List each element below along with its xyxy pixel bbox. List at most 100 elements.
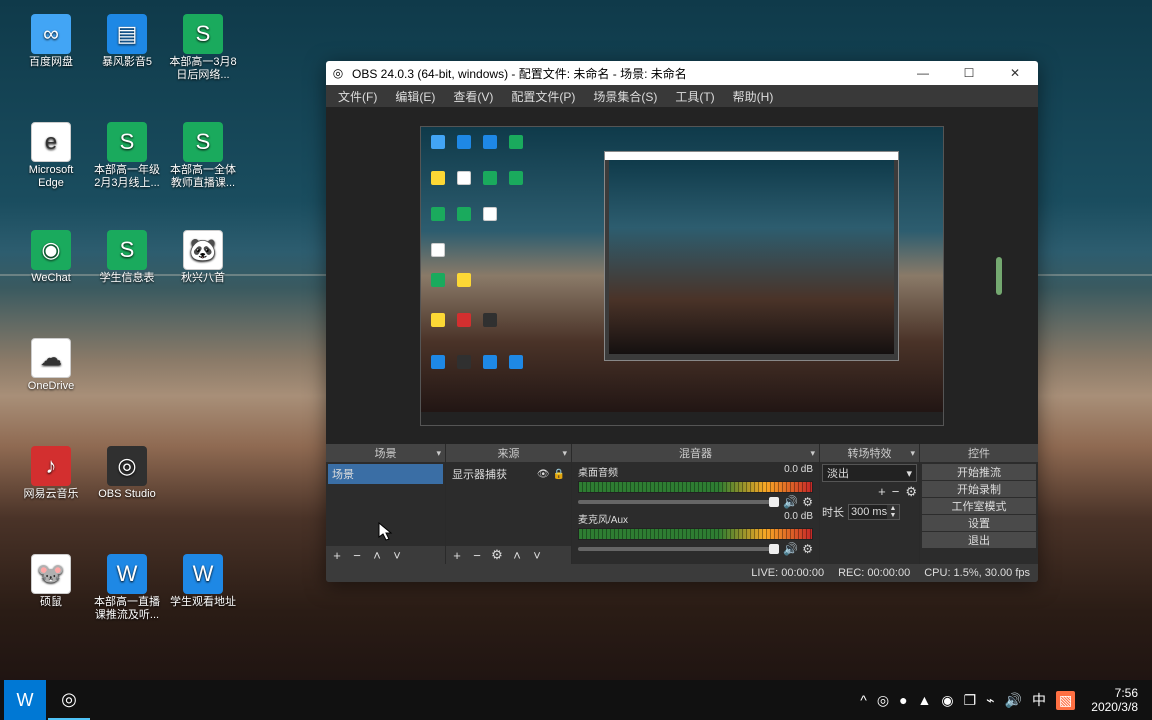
- tray-network-icon[interactable]: ⌁: [986, 692, 994, 709]
- sources-add-button[interactable]: +: [450, 548, 464, 563]
- chevron-down-icon[interactable]: ▾: [562, 448, 567, 459]
- preview-display-capture[interactable]: [420, 126, 944, 426]
- desktop-icon[interactable]: S本部高一3月8日后网络...: [168, 14, 238, 82]
- sources-panel: 来源 ▾ 显示器捕获 👁 🔒 + − ⚙ ˄ ˅: [446, 444, 572, 564]
- menu-view[interactable]: 查看(V): [445, 86, 501, 107]
- app-icon: e: [31, 122, 71, 162]
- tray-expand-icon[interactable]: ^: [860, 692, 867, 708]
- start-streaming-button[interactable]: 开始推流: [922, 464, 1036, 480]
- desktop-icon[interactable]: 🐭硕鼠: [16, 554, 86, 609]
- exit-button[interactable]: 退出: [922, 532, 1036, 548]
- transition-settings-button[interactable]: ⚙: [905, 484, 917, 500]
- minimize-button[interactable]: —: [900, 61, 946, 85]
- speaker-icon[interactable]: 🔊: [783, 542, 798, 556]
- mixer-channel-level: 0.0 dB: [784, 511, 813, 526]
- transition-select[interactable]: 淡出 ▾: [822, 464, 917, 482]
- desktop-icon[interactable]: S本部高一全体教师直播课...: [168, 122, 238, 190]
- desktop-icon[interactable]: ♪网易云音乐: [16, 446, 86, 501]
- lock-icon[interactable]: 🔒: [553, 469, 565, 480]
- source-item[interactable]: 显示器捕获 👁 🔒: [448, 464, 569, 484]
- mixer-volume-slider[interactable]: [578, 547, 779, 551]
- desktop-icon[interactable]: S学生信息表: [92, 230, 162, 285]
- app-icon: W: [107, 554, 147, 594]
- app-icon: 🐭: [31, 554, 71, 594]
- app-icon: 🐼: [183, 230, 223, 270]
- obs-titlebar[interactable]: ◎ OBS 24.0.3 (64-bit, windows) - 配置文件: 未…: [326, 61, 1038, 85]
- speaker-icon[interactable]: 🔊: [783, 495, 798, 509]
- taskbar-wps-button[interactable]: W: [4, 680, 46, 720]
- desktop-icon[interactable]: ◎OBS Studio: [92, 446, 162, 501]
- scenes-up-button[interactable]: ˄: [370, 548, 384, 563]
- sources-title: 来源: [498, 445, 520, 461]
- menu-edit[interactable]: 编辑(E): [387, 86, 443, 107]
- sources-header[interactable]: 来源 ▾: [446, 444, 571, 462]
- gear-icon[interactable]: ⚙: [802, 542, 813, 556]
- gear-icon[interactable]: ⚙: [802, 495, 813, 509]
- desktop-icon[interactable]: ∞百度网盘: [16, 14, 86, 69]
- menu-file[interactable]: 文件(F): [330, 86, 385, 107]
- tray-obs-icon[interactable]: ◎: [877, 692, 889, 709]
- chevron-down-icon[interactable]: ▾: [810, 448, 815, 459]
- desktop-icon[interactable]: ◉WeChat: [16, 230, 86, 285]
- desktop-icon[interactable]: W本部高一直播课推流及听...: [92, 554, 162, 622]
- desktop-icon[interactable]: 🐼秋兴八首: [168, 230, 238, 285]
- transition-remove-button[interactable]: −: [892, 484, 900, 500]
- spinner-down-icon[interactable]: ▼: [887, 512, 899, 519]
- mixer-volume-slider[interactable]: [578, 500, 779, 504]
- app-icon: ◉: [31, 230, 71, 270]
- visibility-icon[interactable]: 👁: [537, 469, 550, 480]
- chevron-down-icon[interactable]: ▾: [910, 448, 915, 459]
- desktop-icon[interactable]: W学生观看地址: [168, 554, 238, 609]
- menu-scene-collection[interactable]: 场景集合(S): [585, 86, 665, 107]
- sources-remove-button[interactable]: −: [470, 548, 484, 563]
- app-icon: S: [183, 14, 223, 54]
- controls-title: 控件: [968, 445, 990, 461]
- desktop-icon[interactable]: ▤暴风影音5: [92, 14, 162, 69]
- tray-volume-icon[interactable]: 🔊: [1005, 692, 1022, 709]
- transition-add-button[interactable]: +: [878, 484, 886, 500]
- sources-down-button[interactable]: ˅: [530, 548, 544, 563]
- chevron-down-icon: ▾: [906, 467, 912, 480]
- maximize-button[interactable]: ☐: [946, 61, 992, 85]
- tray-wechat-icon[interactable]: ◉: [941, 692, 953, 709]
- studio-mode-button[interactable]: 工作室模式: [922, 498, 1036, 514]
- settings-button[interactable]: 设置: [922, 515, 1036, 531]
- taskbar-clock[interactable]: 7:56 2020/3/8: [1085, 686, 1144, 715]
- tray-icon[interactable]: ▲: [918, 692, 932, 708]
- desktop-icon[interactable]: eMicrosoft Edge: [16, 122, 86, 190]
- tray-sogou-icon[interactable]: ▧: [1056, 691, 1075, 710]
- start-recording-button[interactable]: 开始录制: [922, 481, 1036, 497]
- menu-profile[interactable]: 配置文件(P): [503, 86, 583, 107]
- scenes-remove-button[interactable]: −: [350, 548, 364, 563]
- tray-icon[interactable]: ●: [899, 692, 907, 708]
- duration-label: 时长: [822, 504, 844, 520]
- controls-header[interactable]: 控件: [920, 444, 1038, 462]
- tray-ime-icon[interactable]: 中: [1032, 690, 1046, 710]
- transitions-header[interactable]: 转场特效 ▾: [820, 444, 919, 462]
- mixer-header[interactable]: 混音器 ▾: [572, 444, 819, 462]
- taskbar-obs-button[interactable]: ◎: [48, 680, 90, 720]
- mixer-channel-level: 0.0 dB: [784, 464, 813, 479]
- scenes-down-button[interactable]: ˅: [390, 548, 404, 563]
- close-button[interactable]: ✕: [992, 61, 1038, 85]
- scenes-add-button[interactable]: +: [330, 548, 344, 563]
- desktop-icon[interactable]: S本部高一年级2月3月线上...: [92, 122, 162, 190]
- app-icon: ▤: [107, 14, 147, 54]
- tray-battery-icon[interactable]: ❐: [964, 692, 977, 709]
- status-cpu: CPU: 1.5%, 30.00 fps: [924, 567, 1030, 579]
- chevron-down-icon[interactable]: ▾: [436, 448, 441, 459]
- menu-tools[interactable]: 工具(T): [667, 86, 722, 107]
- mixer-title: 混音器: [679, 445, 712, 461]
- preview-scroll-handle[interactable]: [996, 257, 1002, 295]
- mixer-channel-desktop: 桌面音频 0.0 dB 🔊 ⚙: [574, 464, 817, 509]
- scenes-header[interactable]: 场景 ▾: [326, 444, 445, 462]
- scene-item[interactable]: 场景: [328, 464, 443, 484]
- sources-settings-button[interactable]: ⚙: [490, 547, 504, 563]
- desktop-icon[interactable]: ☁OneDrive: [16, 338, 86, 393]
- duration-spinner[interactable]: 300 ms ▲▼: [848, 504, 900, 520]
- sources-up-button[interactable]: ˄: [510, 548, 524, 563]
- desktop-icon-label: OneDrive: [28, 380, 74, 393]
- menu-help[interactable]: 帮助(H): [725, 86, 782, 107]
- obs-preview[interactable]: [326, 107, 1038, 444]
- spinner-up-icon[interactable]: ▲: [887, 505, 899, 512]
